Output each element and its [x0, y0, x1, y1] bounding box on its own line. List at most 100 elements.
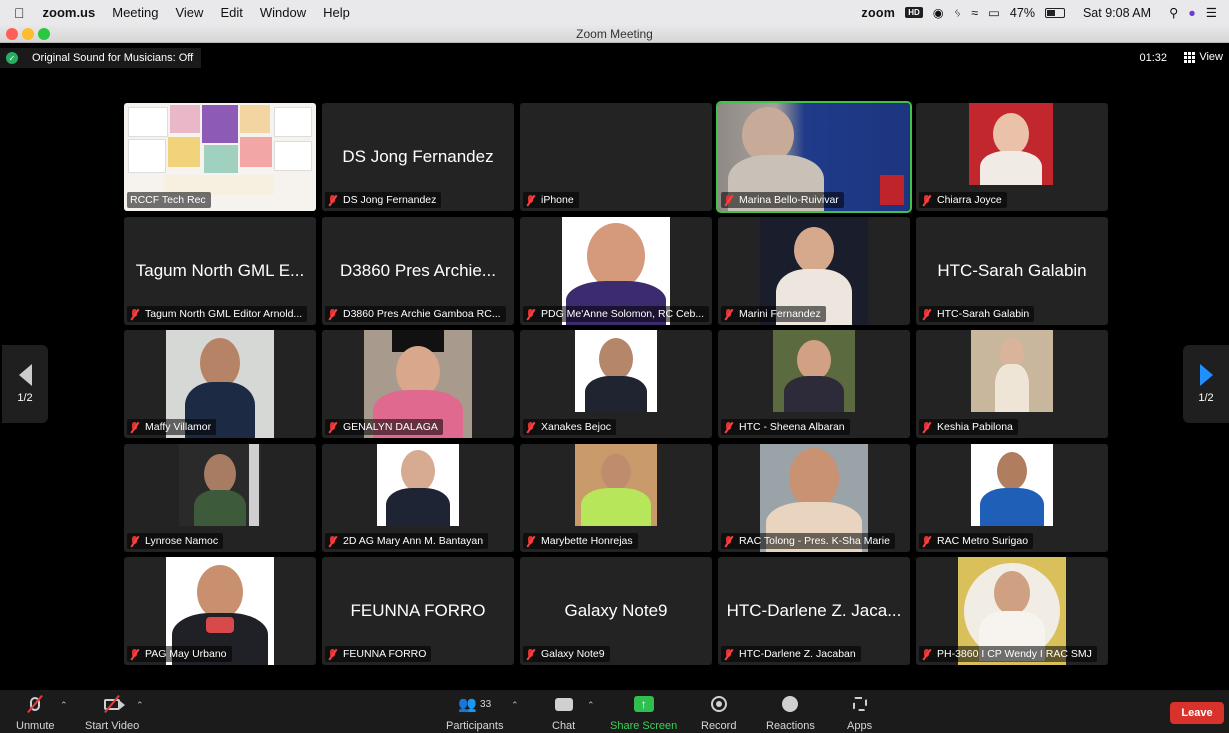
macos-menubar:  zoom.us Meeting View Edit Window Help …: [0, 0, 1229, 25]
video-tile[interactable]: RAC Tolong - Pres. K-Sha Marie: [718, 444, 910, 552]
muted-mic-icon: [922, 648, 931, 660]
original-sound-label: Original Sound for Musicians: Off: [32, 52, 194, 64]
spotlight-search-icon[interactable]: ⚲: [1169, 5, 1178, 20]
audio-options-chevron-up-icon[interactable]: ⌃: [60, 700, 68, 711]
video-tile[interactable]: Marini Fernandez: [718, 217, 910, 325]
video-tile-active-speaker[interactable]: Marina Bello-Ruivivar: [716, 101, 912, 213]
video-tile[interactable]: DS Jong Fernandez DS Jong Fernandez: [322, 103, 514, 211]
participants-label: Participants: [446, 720, 504, 732]
menu-help[interactable]: Help: [323, 5, 350, 20]
battery-percent[interactable]: 47%: [1010, 6, 1035, 20]
next-page-button[interactable]: 1/2: [1183, 345, 1229, 423]
video-tile[interactable]: Maffy Villamor: [124, 330, 316, 438]
menu-meeting[interactable]: Meeting: [112, 5, 158, 20]
participants-button[interactable]: 👥 33 Participants: [446, 694, 503, 732]
share-screen-button[interactable]: ↑ Share Screen: [610, 694, 677, 732]
reactions-label: Reactions: [766, 720, 815, 732]
participant-name-label: 2D AG Mary Ann M. Bantayan: [325, 533, 489, 549]
video-tile[interactable]: GENALYN DALAGA: [322, 330, 514, 438]
muted-mic-icon: [130, 535, 139, 547]
participants-chevron-up-icon[interactable]: ⌃: [511, 700, 519, 711]
video-tile[interactable]: Tagum North GML E... Tagum North GML Edi…: [124, 217, 316, 325]
apps-icon: [852, 694, 867, 714]
muted-mic-icon: [526, 535, 535, 547]
hd-drive-icon[interactable]: HD: [905, 7, 923, 18]
video-tile[interactable]: D3860 Pres Archie... D3860 Pres Archie G…: [322, 217, 514, 325]
bluetooth-icon[interactable]: ᛃ: [954, 6, 962, 20]
apple-menu-icon[interactable]: : [14, 5, 25, 21]
muted-mic-icon: [328, 421, 337, 433]
muted-mic-icon: [922, 308, 931, 320]
chevron-right-icon: [1199, 364, 1213, 386]
reactions-button[interactable]: Reactions: [766, 694, 815, 732]
participant-display-name: D3860 Pres Archie...: [340, 261, 496, 280]
muted-mic-icon: [724, 194, 733, 206]
chat-button[interactable]: Chat: [552, 694, 575, 732]
video-tile[interactable]: Marybette Honrejas: [520, 444, 712, 552]
battery-icon[interactable]: [1044, 7, 1065, 18]
control-center-icon[interactable]: ☰: [1206, 5, 1217, 20]
muted-mic-icon: [724, 648, 733, 660]
participant-name-label: Lynrose Namoc: [127, 533, 224, 549]
muted-mic-icon: [922, 194, 931, 206]
participant-name-label: Galaxy Note9: [523, 646, 610, 662]
maximize-window-button[interactable]: [38, 28, 50, 40]
muted-mic-icon: [526, 648, 535, 660]
participant-display-name: FEUNNA FORRO: [350, 601, 486, 620]
video-tile[interactable]: RAC Metro Surigao: [916, 444, 1108, 552]
muted-mic-icon: [526, 308, 535, 320]
participant-name-label: Marina Bello-Ruivivar: [721, 192, 844, 208]
video-tile[interactable]: PDG Me'Anne Solomon, RC Ceb...: [520, 217, 712, 325]
leave-meeting-button[interactable]: Leave: [1170, 702, 1224, 724]
participant-display-name: Galaxy Note9: [564, 601, 668, 620]
participant-name-label: RCCF Tech Rec: [127, 192, 211, 208]
participant-photo: [971, 444, 1053, 526]
start-video-button[interactable]: Start Video: [85, 694, 139, 732]
chat-bubble-icon: [554, 694, 573, 714]
participant-photo: [575, 330, 657, 412]
wifi-icon[interactable]: ≈: [971, 6, 978, 20]
muted-mic-icon: [724, 308, 733, 320]
video-tile[interactable]: iPhone: [520, 103, 712, 211]
record-label: Record: [701, 720, 737, 732]
video-tile[interactable]: Keshia Pabilona: [916, 330, 1108, 438]
previous-page-button[interactable]: 1/2: [2, 345, 48, 423]
participant-photo: [969, 103, 1053, 185]
video-tile[interactable]: Xanakes Bejoc: [520, 330, 712, 438]
share-screen-label: Share Screen: [610, 720, 678, 732]
airplay-icon[interactable]: ▭: [988, 5, 1000, 20]
view-button[interactable]: View: [1184, 51, 1223, 63]
minimize-window-button[interactable]: [22, 28, 34, 40]
screen-icon[interactable]: ◉: [933, 5, 944, 20]
video-tile[interactable]: RCCF Tech Rec: [124, 103, 316, 211]
apps-button[interactable]: Apps: [847, 694, 872, 732]
video-tile[interactable]: HTC-Sarah Galabin HTC-Sarah Galabin: [916, 217, 1108, 325]
unmute-button[interactable]: Unmute: [16, 694, 55, 732]
zoom-status-icon[interactable]: zoom: [861, 6, 895, 20]
menu-view[interactable]: View: [175, 5, 203, 20]
video-tile[interactable]: Chiarra Joyce: [916, 103, 1108, 211]
record-button[interactable]: Record: [701, 694, 736, 732]
menu-window[interactable]: Window: [260, 5, 306, 20]
muted-mic-icon: [328, 194, 337, 206]
video-tile[interactable]: HTC - Sheena Albaran: [718, 330, 910, 438]
video-tile[interactable]: HTC-Darlene Z. Jaca... HTC-Darlene Z. Ja…: [718, 557, 910, 665]
siri-icon[interactable]: ●: [1188, 6, 1196, 20]
video-tile[interactable]: FEUNNA FORRO FEUNNA FORRO: [322, 557, 514, 665]
participant-name-label: Xanakes Bejoc: [523, 419, 617, 435]
menu-edit[interactable]: Edit: [220, 5, 242, 20]
video-tile[interactable]: PH-3860 I CP Wendy I RAC SMJ: [916, 557, 1108, 665]
apps-label: Apps: [847, 720, 873, 732]
video-tile[interactable]: PAG May Urbano: [124, 557, 316, 665]
video-tile[interactable]: 2D AG Mary Ann M. Bantayan: [322, 444, 514, 552]
clock[interactable]: Sat 9:08 AM: [1083, 6, 1151, 20]
video-tile[interactable]: Galaxy Note9 Galaxy Note9: [520, 557, 712, 665]
chat-chevron-up-icon[interactable]: ⌃: [587, 700, 595, 711]
close-window-button[interactable]: [6, 28, 18, 40]
participant-name-label: HTC-Sarah Galabin: [919, 306, 1035, 322]
video-options-chevron-up-icon[interactable]: ⌃: [136, 700, 144, 711]
video-tile[interactable]: Lynrose Namoc: [124, 444, 316, 552]
participant-name-label: RAC Metro Surigao: [919, 533, 1034, 549]
original-sound-status[interactable]: ✓ Original Sound for Musicians: Off: [0, 48, 202, 68]
app-menu[interactable]: zoom.us: [43, 5, 96, 20]
